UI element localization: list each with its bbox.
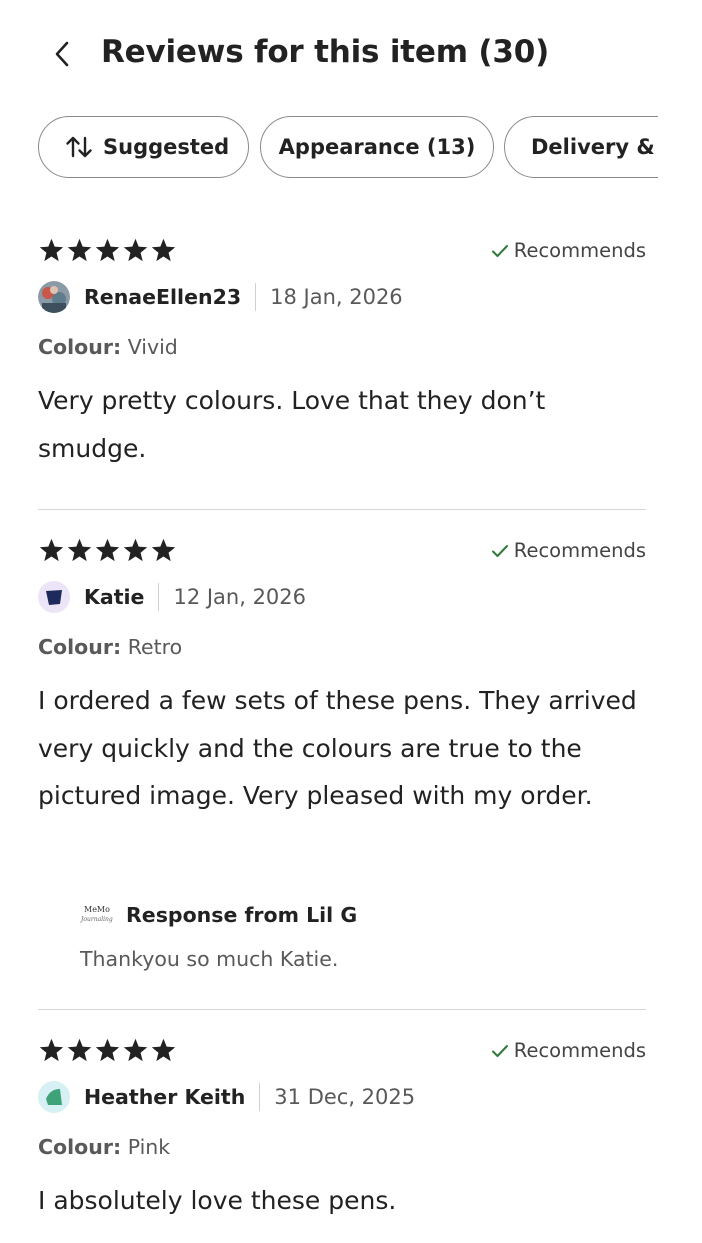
divider bbox=[158, 583, 160, 611]
filter-chip-appearance[interactable]: Appearance (13) bbox=[260, 116, 494, 178]
colour-value: Vivid bbox=[127, 335, 178, 359]
star-icon bbox=[39, 238, 64, 262]
star-icon bbox=[95, 1038, 120, 1062]
review-date: 12 Jan, 2026 bbox=[173, 585, 307, 609]
colour-variation: Colour: Vivid bbox=[38, 335, 178, 359]
review-text: I ordered a few sets of these pens. They… bbox=[38, 686, 637, 810]
colour-variation: Colour: Retro bbox=[38, 635, 182, 659]
recommends-badge: Recommends bbox=[491, 539, 646, 562]
shop-logo-text: MeMo bbox=[84, 905, 110, 914]
header: Reviews for this item (30) bbox=[0, 0, 702, 105]
reviewer-row: Heather Keith 31 Dec, 2025 bbox=[38, 1079, 415, 1115]
divider bbox=[38, 1009, 646, 1010]
star-rating bbox=[38, 1037, 178, 1067]
star-icon bbox=[95, 538, 120, 562]
reviewer-name[interactable]: RenaeEllen23 bbox=[84, 285, 241, 309]
chevron-left-icon bbox=[55, 41, 69, 67]
colour-label: Colour: bbox=[38, 335, 122, 359]
star-icon bbox=[39, 538, 64, 562]
star-icon bbox=[39, 1038, 64, 1062]
sort-chip-label: Suggested bbox=[103, 135, 230, 159]
star-rating bbox=[38, 237, 178, 267]
filter-chips: Suggested Appearance (13) Delivery & P bbox=[38, 116, 658, 180]
back-button[interactable] bbox=[40, 32, 84, 76]
reviewer-row: RenaeEllen23 18 Jan, 2026 bbox=[38, 279, 403, 315]
star-icon bbox=[67, 1038, 92, 1062]
filter-chip-delivery[interactable]: Delivery & P bbox=[504, 116, 658, 178]
recommends-badge: Recommends bbox=[491, 1039, 646, 1062]
response-title: Response from Lil G bbox=[126, 903, 358, 927]
colour-variation: Colour: Pink bbox=[38, 1135, 170, 1159]
sort-arrows-icon bbox=[66, 136, 92, 158]
reviewer-name[interactable]: Katie bbox=[84, 585, 144, 609]
review-text: Very pretty colours. Love that they don’… bbox=[38, 386, 546, 463]
colour-value: Retro bbox=[127, 635, 183, 659]
check-icon bbox=[491, 544, 508, 557]
review-item: Recommends Heather Keith 31 Dec, 2025 Co… bbox=[38, 1037, 646, 1237]
reviewer-name[interactable]: Heather Keith bbox=[84, 1085, 245, 1109]
reviewer-row: Katie 12 Jan, 2026 bbox=[38, 579, 306, 615]
divider bbox=[259, 1083, 261, 1111]
star-icon bbox=[95, 238, 120, 262]
colour-label: Colour: bbox=[38, 635, 122, 659]
star-rating bbox=[38, 537, 178, 567]
check-icon bbox=[491, 1044, 508, 1057]
shop-logo-subtext: Journaling bbox=[81, 916, 113, 923]
filter-chip-label: Delivery & P bbox=[531, 135, 658, 159]
review-date: 31 Dec, 2025 bbox=[274, 1085, 416, 1109]
seller-response: MeMo Journaling Response from Lil G Than… bbox=[80, 903, 640, 983]
colour-label: Colour: bbox=[38, 1135, 122, 1159]
avatar[interactable] bbox=[38, 1081, 70, 1113]
star-icon bbox=[123, 238, 148, 262]
check-icon bbox=[491, 244, 508, 257]
avatar[interactable] bbox=[38, 581, 70, 613]
shop-logo: MeMo Journaling bbox=[80, 903, 113, 931]
divider bbox=[255, 283, 257, 311]
recommends-label: Recommends bbox=[513, 1039, 646, 1062]
star-icon bbox=[67, 238, 92, 262]
star-icon bbox=[151, 538, 176, 562]
star-icon bbox=[67, 538, 92, 562]
review-text: I absolutely love these pens. bbox=[38, 1186, 397, 1215]
star-icon bbox=[151, 1038, 176, 1062]
star-icon bbox=[123, 1038, 148, 1062]
avatar[interactable] bbox=[38, 281, 70, 313]
sort-chip[interactable]: Suggested bbox=[38, 116, 249, 178]
recommends-label: Recommends bbox=[513, 239, 646, 262]
recommends-badge: Recommends bbox=[491, 239, 646, 262]
response-text: Thankyou so much Katie. bbox=[80, 947, 339, 971]
review-date: 18 Jan, 2026 bbox=[270, 285, 403, 309]
star-icon bbox=[123, 538, 148, 562]
recommends-label: Recommends bbox=[513, 539, 646, 562]
review-item: Recommends RenaeEllen23 18 Jan, 2026 Col… bbox=[38, 237, 646, 477]
filter-chip-label: Appearance (13) bbox=[278, 135, 476, 159]
colour-value: Pink bbox=[127, 1135, 171, 1159]
page-title: Reviews for this item (30) bbox=[101, 34, 550, 70]
star-icon bbox=[151, 238, 176, 262]
divider bbox=[38, 509, 646, 510]
